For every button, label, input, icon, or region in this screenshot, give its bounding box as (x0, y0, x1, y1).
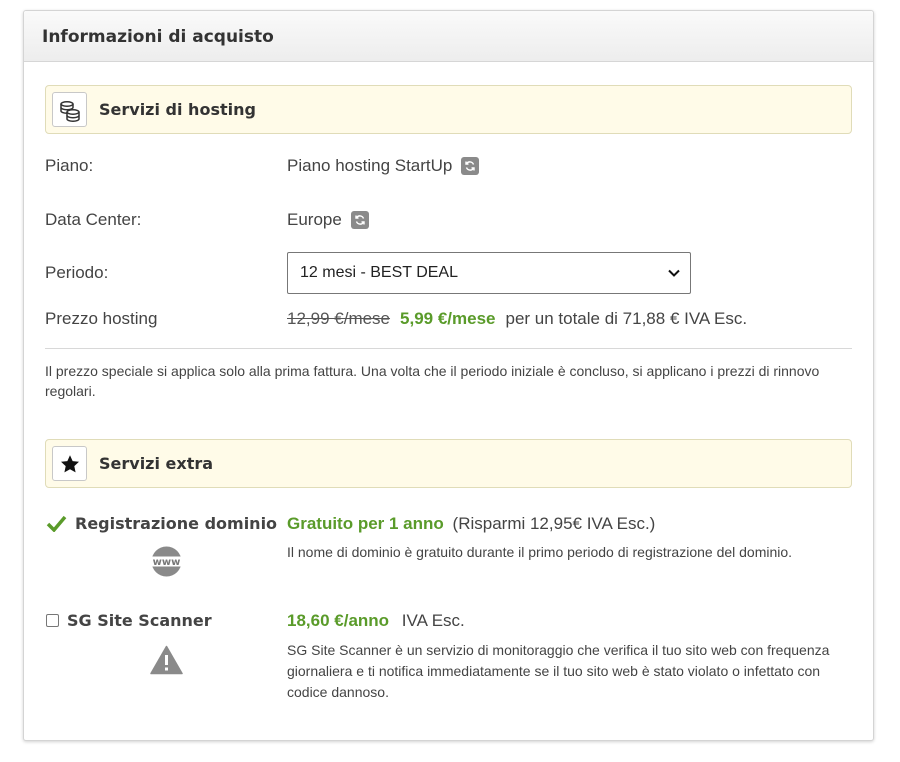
extras-section-header: Servizi extra (45, 439, 852, 488)
scanner-price-suffix: IVA Esc. (401, 611, 465, 630)
hosting-price: 12,99 €/mese 5,99 €/mese per un totale d… (287, 309, 747, 329)
change-plan-icon[interactable] (461, 157, 480, 175)
change-datacenter-icon[interactable] (350, 211, 369, 229)
panel-header: Informazioni di acquisto (24, 11, 873, 62)
price-total: per un totale di 71,88 € IVA Esc. (505, 309, 748, 328)
chevron-down-icon (668, 264, 680, 282)
www-icon: www (150, 545, 183, 578)
purchase-info-panel: Informazioni di acquisto Servizi di host… (23, 10, 874, 741)
checkmark-icon[interactable] (46, 515, 67, 532)
scanner-price: 18,60 €/anno IVA Esc. (287, 611, 465, 631)
site-scanner-checkbox[interactable] (46, 614, 59, 627)
domain-description: Il nome di dominio è gratuito durante il… (287, 544, 793, 560)
period-select[interactable]: 12 mesi - BEST DEAL (287, 252, 691, 294)
datacenter-label: Data Center: (45, 210, 142, 229)
domain-price: Gratuito per 1 anno (Risparmi 12,95€ IVA… (287, 514, 655, 534)
special-price-note: Il prezzo speciale si applica solo alla … (45, 363, 820, 399)
scanner-price-value: 18,60 €/anno (287, 611, 390, 630)
new-price: 5,99 €/mese (400, 309, 496, 328)
domain-registration-label: Registrazione dominio (75, 514, 278, 533)
extras-section-title: Servizi extra (99, 454, 214, 473)
domain-price-savings: (Risparmi 12,95€ IVA Esc.) (452, 514, 656, 533)
domain-registration[interactable]: Registrazione dominio (46, 514, 277, 533)
hosting-section-title: Servizi di hosting (99, 100, 256, 119)
old-price: 12,99 €/mese (287, 309, 391, 328)
warning-icon (150, 645, 183, 675)
plan-value: Piano hosting StartUp (287, 156, 480, 176)
datacenter-value: Europe (287, 210, 369, 230)
hosting-price-label: Prezzo hosting (45, 309, 158, 328)
domain-price-value: Gratuito per 1 anno (287, 514, 444, 533)
www-icon-text: www (153, 557, 181, 568)
datacenter-name: Europe (287, 210, 342, 229)
site-scanner-label: SG Site Scanner (67, 611, 212, 630)
scanner-description: SG Site Scanner è un servizio di monitor… (287, 642, 830, 700)
hosting-section-header: Servizi di hosting (45, 85, 852, 134)
site-scanner[interactable]: SG Site Scanner (46, 611, 212, 630)
divider (45, 348, 852, 349)
plan-label: Piano: (45, 156, 94, 175)
panel-title: Informazioni di acquisto (42, 27, 274, 47)
period-selected-value: 12 mesi - BEST DEAL (300, 264, 458, 281)
coins-icon (52, 92, 87, 127)
star-icon (52, 446, 87, 481)
plan-name: Piano hosting StartUp (287, 156, 453, 175)
period-label: Periodo: (45, 263, 109, 282)
